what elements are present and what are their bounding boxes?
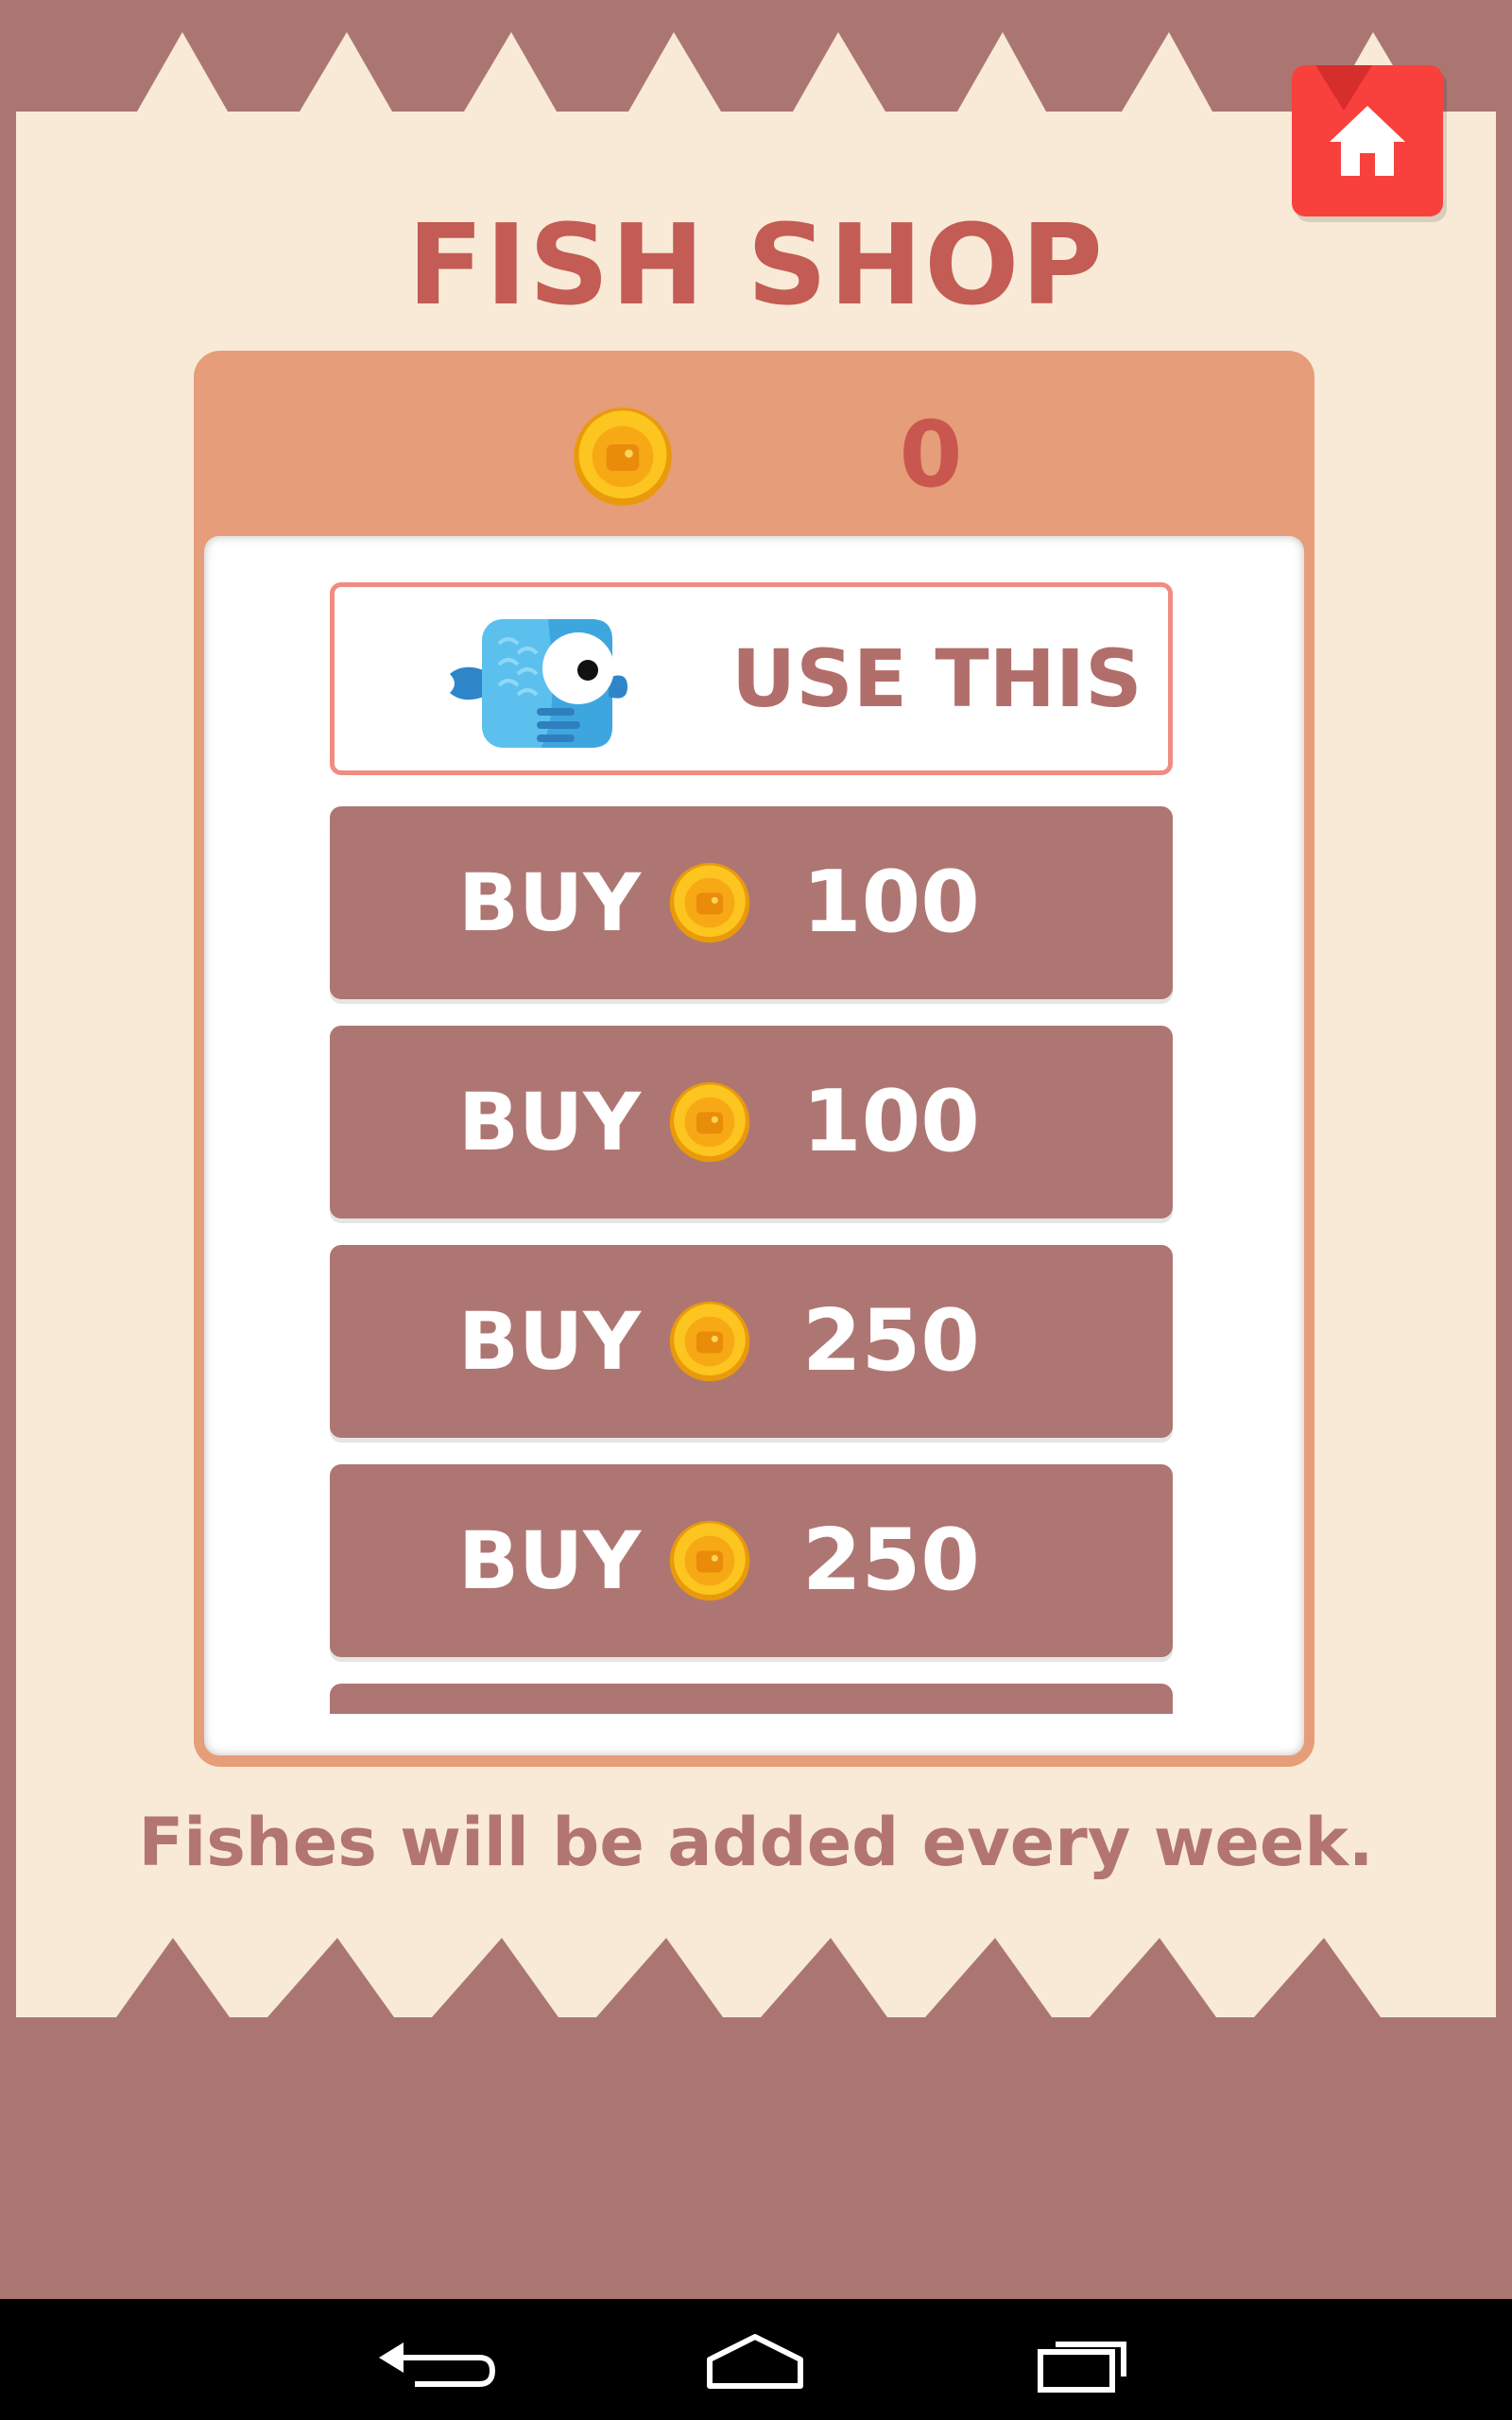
shop-panel: 0 USE THIS BUY 100 BUY 100 BUY 250 BUY 2… <box>194 351 1314 1767</box>
coin-icon <box>669 862 750 943</box>
use-this-label: USE THIS <box>731 632 1143 725</box>
price-label: 250 <box>802 1511 980 1610</box>
coin-icon <box>669 1520 750 1601</box>
zigzag-top-edge <box>16 32 1496 112</box>
coin-balance-bar: 0 <box>194 351 1314 536</box>
coin-icon <box>669 1301 750 1382</box>
buy-button-partial[interactable] <box>330 1684 1173 1714</box>
system-nav-bar <box>0 2299 1512 2420</box>
coin-balance: 0 <box>899 402 963 508</box>
buy-label: BUY <box>458 1295 642 1388</box>
home-icon <box>1330 106 1405 176</box>
fish-list[interactable]: USE THIS BUY 100 BUY 100 BUY 250 BUY 250 <box>204 536 1304 1755</box>
home-outline-icon[interactable] <box>689 2322 821 2397</box>
use-this-button[interactable]: USE THIS <box>330 582 1173 775</box>
buy-button-3[interactable]: BUY 250 <box>330 1245 1173 1438</box>
recent-apps-icon[interactable] <box>1014 2322 1146 2397</box>
buy-label: BUY <box>458 856 642 949</box>
blue-fish-icon <box>450 619 627 748</box>
footer-note: Fishes will be added every week. <box>138 1804 1374 1881</box>
buy-label: BUY <box>458 1514 642 1607</box>
home-button[interactable] <box>1292 65 1443 216</box>
buy-button-1[interactable]: BUY 100 <box>330 806 1173 999</box>
coin-icon <box>574 407 672 506</box>
zigzag-bottom-edge <box>16 1938 1496 2017</box>
price-label: 100 <box>802 853 980 952</box>
price-label: 250 <box>802 1291 980 1391</box>
price-label: 100 <box>802 1072 980 1171</box>
coin-icon <box>669 1081 750 1163</box>
buy-button-4[interactable]: BUY 250 <box>330 1464 1173 1657</box>
buy-label: BUY <box>458 1076 642 1168</box>
back-icon[interactable] <box>366 2322 498 2397</box>
fish-list-viewport: USE THIS BUY 100 BUY 100 BUY 250 BUY 250 <box>204 536 1304 1714</box>
buy-button-2[interactable]: BUY 100 <box>330 1026 1173 1219</box>
page-title: FISH SHOP <box>407 199 1105 330</box>
